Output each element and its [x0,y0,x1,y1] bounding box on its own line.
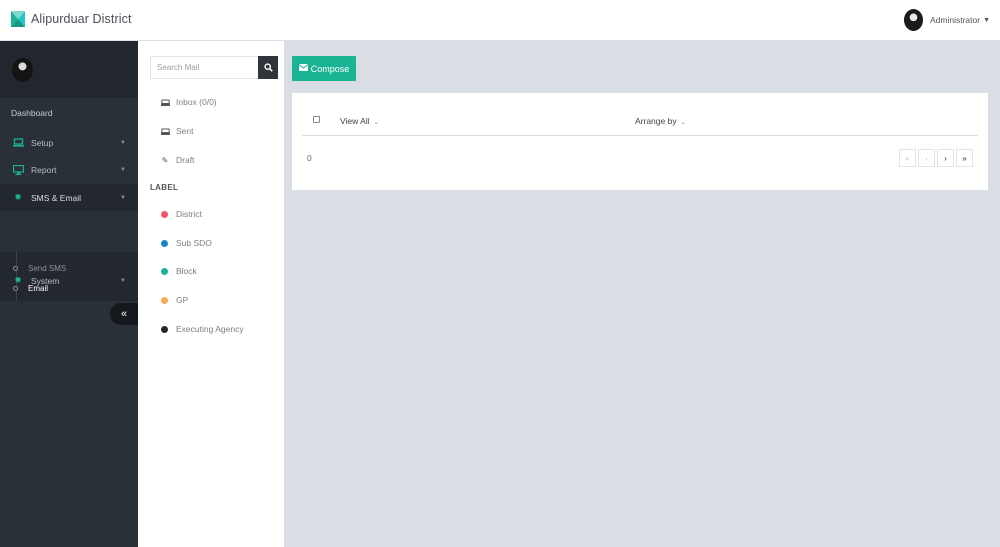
first-page-button[interactable]: « [899,149,916,167]
label-district[interactable]: District [161,209,202,219]
arrange-by-label: Arrange by [635,116,677,126]
prev-page-button[interactable]: ‹ [918,149,935,167]
label-color-dot [161,239,168,247]
search-input[interactable] [150,56,258,79]
label-text: Executing Agency [176,324,244,334]
gear-icon: ✹ [14,192,22,202]
sidebar-item-system[interactable]: ✹ System ▼ [0,267,138,294]
chevron-down-icon: ▼ [120,166,126,173]
label-executing-agency[interactable]: Executing Agency [161,324,244,334]
label-text: Block [176,266,197,276]
top-navbar: Alipurduar District Administrator ▼ [0,0,1000,41]
envelope-icon [298,64,309,73]
chevron-down-icon: ⌄ [373,120,379,126]
search-box [150,56,278,79]
sidebar-item-setup[interactable]: Setup ▼ [0,129,138,156]
sidebar-dashboard-link[interactable]: Dashboard [11,108,53,118]
label-block[interactable]: Block [161,266,197,276]
folder-label: Inbox (0/0) [176,97,217,107]
label-sub-sdo[interactable]: Sub SDO [161,238,212,248]
sidebar-item-label: Setup [31,137,54,148]
caret-down-icon: ▼ [983,16,990,24]
logo-icon [11,11,25,27]
label-text: District [176,209,202,219]
label-gp[interactable]: GP [161,295,188,305]
label-color-dot [161,210,168,218]
label-color-dot [161,325,168,333]
view-all-label: View All [340,116,370,126]
sidebar-item-label: Report [31,164,57,175]
sidebar-item-label: SMS & Email [31,192,82,203]
sidebar-collapse-button[interactable]: « [110,303,138,325]
sidebar-item-sms-email[interactable]: ✹ SMS & Email ▼ [0,184,138,211]
label-text: GP [176,295,189,305]
mail-navigation: Inbox (0/0) Sent ✎ Draft LABEL District … [138,41,284,547]
compose-button[interactable]: Compose [292,56,356,81]
mail-list-header: View All ⌄ Arrange by ⌄ [302,113,978,136]
folder-inbox[interactable]: Inbox (0/0) [160,97,217,107]
pagination: « ‹ › » [899,149,973,167]
sidebar: Dashboard Setup ▼ Report ▼ ✹ SMS & Email… [0,41,138,547]
labels-heading: LABEL [150,183,179,192]
view-all-dropdown[interactable]: View All ⌄ [340,116,379,126]
gear-icon: ✹ [14,275,22,285]
next-page-button[interactable]: › [937,149,954,167]
sidebar-item-label: System [31,275,60,286]
sidebar-profile [0,41,138,98]
avatar[interactable] [12,58,33,82]
select-all-checkbox[interactable] [313,116,320,123]
compose-label: Compose [310,63,350,74]
inbox-icon [160,128,170,135]
monitor-icon [12,164,24,175]
mail-list-panel: View All ⌄ Arrange by ⌄ 0 « ‹ › » [292,93,988,190]
avatar [903,9,923,31]
mail-count: 0 [307,153,312,163]
pencil-icon: ✎ [161,155,169,165]
folder-label: Draft [176,155,195,165]
label-color-dot [161,296,168,304]
laptop-icon [12,138,24,147]
chevron-down-icon: ▼ [120,277,126,284]
folder-sent[interactable]: Sent [160,126,194,136]
double-chevron-left-icon: « [120,308,128,320]
folder-label: Sent [176,126,194,136]
folder-draft[interactable]: ✎ Draft [160,155,195,165]
chevron-down-icon: ▼ [120,139,126,146]
chevron-down-icon: ▼ [120,194,126,201]
user-menu[interactable]: Administrator ▼ [903,9,990,31]
label-color-dot [161,267,168,275]
app-title: Alipurduar District [31,12,132,26]
label-text: Sub SDO [176,238,212,248]
search-button[interactable] [258,56,278,79]
last-page-button[interactable]: » [956,149,973,167]
inbox-icon [160,99,170,106]
user-name: Administrator [929,15,981,25]
search-icon [263,63,273,72]
brand[interactable]: Alipurduar District [11,11,132,27]
arrange-by-dropdown[interactable]: Arrange by ⌄ [635,116,686,126]
chevron-down-icon: ⌄ [680,120,686,126]
sidebar-item-report[interactable]: Report ▼ [0,156,138,183]
